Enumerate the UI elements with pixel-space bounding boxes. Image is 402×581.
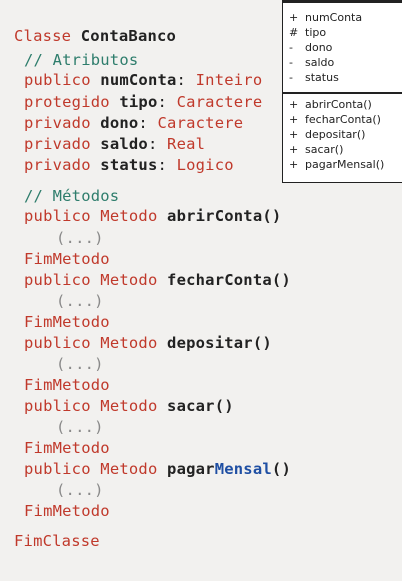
uml-method-name: sacar() <box>305 143 344 156</box>
visibility: privado <box>24 114 91 132</box>
uml-method-name: abrirConta() <box>305 98 372 111</box>
attribute-name: status <box>100 156 158 174</box>
method-name-part: Mensal <box>214 460 272 478</box>
uml-method: + abrirConta() <box>289 98 372 111</box>
method-parens: () <box>271 460 291 478</box>
visibility-symbol: - <box>289 41 293 54</box>
method-name: fecharConta() <box>167 271 291 289</box>
visibility-symbol: + <box>289 113 299 126</box>
visibility: protegido <box>24 93 110 111</box>
visibility: privado <box>24 156 91 174</box>
uml-method: + pagarMensal() <box>289 158 384 171</box>
visibility-symbol: + <box>289 128 299 141</box>
class-name: ContaBanco <box>80 27 177 45</box>
method-name: abrirConta() <box>167 207 282 225</box>
uml-method-name: pagarMensal() <box>305 158 385 171</box>
uml-class-diagram: + numConta # tipo - dono - saldo - status + ab… <box>282 0 402 183</box>
uml-attribute-name: tipo <box>305 26 327 39</box>
visibility-symbol: + <box>289 98 299 111</box>
class-keyword: Classe <box>14 27 72 45</box>
end-method: FimMetodo <box>24 376 110 394</box>
ellipsis: (...) <box>56 292 104 310</box>
attribute-type: Inteiro <box>195 71 263 89</box>
method-header: publico Metodo fecharConta() <box>24 270 291 290</box>
visibility: publico <box>24 271 91 289</box>
visibility-symbol: - <box>289 56 293 69</box>
visibility-symbol: # <box>289 26 299 39</box>
visibility: publico <box>24 334 91 352</box>
methods-comment: // Métodos <box>24 187 120 205</box>
attribute-name: numConta <box>100 71 177 89</box>
method-header: publico Metodo abrirConta() <box>24 206 281 226</box>
uml-attribute: - dono <box>289 41 332 54</box>
method-name: depositar() <box>167 334 272 352</box>
method-header: publico Metodo depositar() <box>24 333 272 353</box>
method-keyword: Metodo <box>100 271 158 289</box>
visibility-symbol: + <box>289 158 299 171</box>
uml-method: + depositar() <box>289 128 365 141</box>
uml-method: + fecharConta() <box>289 113 381 126</box>
attribute-line: privado saldo: Real <box>24 135 206 153</box>
class-header: Classe ContaBanco <box>14 26 176 46</box>
method-name: pagar <box>167 460 215 478</box>
attribute-line: privado status: Logico <box>24 156 234 174</box>
visibility-symbol: - <box>289 71 293 84</box>
attribute-line: protegido tipo: Caractere <box>24 93 263 111</box>
ellipsis: (...) <box>56 481 104 499</box>
method-header: publico Metodo sacar() <box>24 396 234 416</box>
ellipsis: (...) <box>56 229 104 247</box>
attribute-line: privado dono: Caractere <box>24 114 244 132</box>
method-keyword: Metodo <box>100 460 158 478</box>
end-method: FimMetodo <box>24 250 110 268</box>
uml-divider <box>283 1 402 3</box>
uml-method: + sacar() <box>289 143 343 156</box>
uml-attribute: - status <box>289 71 339 84</box>
method-keyword: Metodo <box>100 397 158 415</box>
visibility-symbol: + <box>289 143 299 156</box>
ellipsis: (...) <box>56 355 104 373</box>
visibility: publico <box>24 397 91 415</box>
visibility: publico <box>24 71 91 89</box>
attribute-type: Real <box>167 135 206 153</box>
method-header: publico Metodo pagarMensal() <box>24 459 291 479</box>
attribute-type: Logico <box>176 156 234 174</box>
uml-method-name: depositar() <box>305 128 366 141</box>
method-keyword: Metodo <box>100 207 158 225</box>
method-keyword: Metodo <box>100 334 158 352</box>
visibility: privado <box>24 135 91 153</box>
attribute-type: Caractere <box>176 93 263 111</box>
attribute-name: tipo <box>119 93 158 111</box>
ellipsis: (...) <box>56 418 104 436</box>
end-method: FimMetodo <box>24 502 110 520</box>
uml-attribute-name: numConta <box>305 11 363 24</box>
uml-attribute: + numConta <box>289 11 362 24</box>
attribute-name: dono <box>100 114 139 132</box>
end-method: FimMetodo <box>24 439 110 457</box>
uml-attribute-name: status <box>305 71 339 84</box>
uml-attribute-name: dono <box>305 41 333 54</box>
end-class: FimClasse <box>14 532 100 550</box>
uml-attribute: - saldo <box>289 56 334 69</box>
attribute-type: Caractere <box>157 114 244 132</box>
method-name: sacar() <box>167 397 234 415</box>
attribute-name: saldo <box>100 135 148 153</box>
end-method: FimMetodo <box>24 313 110 331</box>
uml-attribute: # tipo <box>289 26 326 39</box>
visibility-symbol: + <box>289 11 299 24</box>
visibility: publico <box>24 207 91 225</box>
uml-method-name: fecharConta() <box>305 113 381 126</box>
attribute-line: publico numConta: Inteiro <box>24 71 263 89</box>
uml-divider <box>283 92 402 94</box>
visibility: publico <box>24 460 91 478</box>
attributes-comment: // Atributos <box>24 51 139 69</box>
uml-attribute-name: saldo <box>305 56 335 69</box>
